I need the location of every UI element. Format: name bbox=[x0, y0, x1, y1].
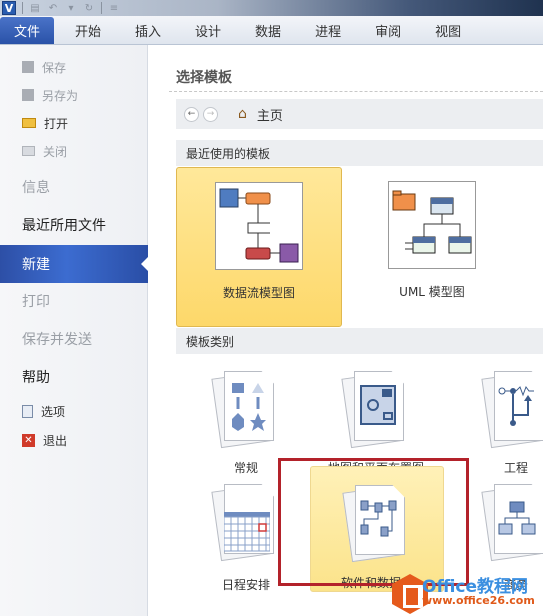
exit-icon: ✕ bbox=[22, 433, 35, 447]
active-indicator bbox=[141, 256, 149, 272]
tab-design[interactable]: 设计 bbox=[182, 17, 234, 44]
business-icon bbox=[481, 482, 543, 562]
sidebar-item-label: 打开 bbox=[44, 116, 69, 131]
home-link[interactable]: 主页 bbox=[257, 105, 283, 124]
sidebar-item-exit[interactable]: ✕ 退出 bbox=[0, 430, 148, 450]
sidebar-item-options[interactable]: 选项 bbox=[0, 401, 148, 421]
tab-review[interactable]: 审阅 bbox=[362, 17, 414, 44]
template-label: 数据流模型图 bbox=[222, 286, 295, 300]
sidebar-item-label: 关闭 bbox=[43, 144, 68, 159]
tab-view[interactable]: 视图 bbox=[422, 17, 474, 44]
template-data-flow[interactable]: 数据流模型图 bbox=[176, 167, 342, 327]
home-icon[interactable]: ⌂ bbox=[238, 106, 247, 122]
tab-insert[interactable]: 插入 bbox=[122, 17, 174, 44]
data-flow-thumbnail bbox=[215, 182, 303, 270]
open-folder-icon bbox=[22, 118, 36, 128]
template-uml[interactable]: UML 模型图 bbox=[349, 167, 515, 327]
watermark: Office教程网 www.office26.com bbox=[380, 566, 543, 616]
template-nav-bar: ← → ⌂ 主页 bbox=[176, 99, 543, 129]
page-title: 选择模板 bbox=[176, 70, 232, 86]
redo-icon[interactable]: ↻ bbox=[83, 2, 95, 14]
backstage-sidebar: 保存 另存为 打开 关闭 信息 最近所用文件 新建 打印 保存并发送 帮助 选项… bbox=[0, 45, 149, 616]
recent-templates-header: 最近使用的模板 bbox=[176, 140, 543, 166]
sidebar-item-label: 另存为 bbox=[42, 88, 79, 103]
tab-home[interactable]: 开始 bbox=[62, 17, 114, 44]
maps-floorplans-icon bbox=[341, 369, 406, 449]
sidebar-item-open[interactable]: 打开 bbox=[0, 113, 148, 133]
sidebar-item-recent[interactable]: 最近所用文件 bbox=[0, 213, 148, 237]
sidebar-item-save[interactable]: 保存 bbox=[0, 57, 148, 77]
tab-data[interactable]: 数据 bbox=[242, 17, 294, 44]
sidebar-item-help[interactable]: 帮助 bbox=[0, 365, 148, 389]
options-icon bbox=[22, 404, 33, 418]
divider bbox=[169, 91, 543, 92]
back-button[interactable]: ← bbox=[184, 106, 199, 122]
undo-icon[interactable]: ↶ bbox=[47, 2, 59, 14]
sidebar-item-print[interactable]: 打印 bbox=[0, 289, 148, 313]
sidebar-item-info[interactable]: 信息 bbox=[0, 175, 148, 199]
visio-app-icon[interactable]: V bbox=[2, 1, 16, 15]
separator bbox=[101, 2, 102, 14]
watermark-url: www.office26.com bbox=[422, 594, 535, 607]
sidebar-item-label: 保存 bbox=[42, 60, 67, 75]
close-folder-icon bbox=[22, 146, 35, 156]
save-icon bbox=[22, 61, 34, 73]
save-icon[interactable]: ▤ bbox=[29, 2, 41, 14]
dropdown-icon[interactable]: ▾ bbox=[65, 2, 77, 14]
category-label: 日程安排 bbox=[221, 578, 270, 592]
uml-thumbnail bbox=[388, 181, 476, 269]
title-bar: V ▤ ↶ ▾ ↻ ≡ bbox=[0, 0, 543, 16]
sidebar-item-close[interactable]: 关闭 bbox=[0, 141, 148, 161]
save-as-icon bbox=[22, 89, 34, 101]
template-label: UML 模型图 bbox=[399, 285, 465, 299]
main-panel: 选择模板 ← → ⌂ 主页 最近使用的模板 数据流模型图 UML 模型图 模板类… bbox=[149, 45, 543, 616]
separator bbox=[22, 2, 23, 14]
forward-button[interactable]: → bbox=[203, 106, 218, 122]
tab-process[interactable]: 进程 bbox=[302, 17, 354, 44]
sidebar-item-save-as[interactable]: 另存为 bbox=[0, 85, 148, 105]
customize-icon[interactable]: ≡ bbox=[108, 2, 120, 14]
template-categories-header: 模板类别 bbox=[176, 328, 543, 354]
engineering-icon bbox=[481, 369, 543, 449]
sidebar-item-new[interactable]: 新建 bbox=[0, 245, 149, 283]
schedule-icon bbox=[211, 482, 276, 562]
quick-access-toolbar: V ▤ ↶ ▾ ↻ ≡ bbox=[2, 0, 120, 16]
sidebar-item-save-send[interactable]: 保存并发送 bbox=[0, 327, 148, 351]
sidebar-item-label: 选项 bbox=[41, 404, 66, 419]
tab-file[interactable]: 文件 bbox=[0, 17, 54, 44]
sidebar-item-label: 新建 bbox=[22, 257, 50, 273]
general-icon bbox=[211, 369, 276, 449]
sidebar-item-label: 退出 bbox=[43, 433, 68, 448]
ribbon-tabs: 文件 开始 插入 设计 数据 进程 审阅 视图 bbox=[0, 16, 543, 45]
